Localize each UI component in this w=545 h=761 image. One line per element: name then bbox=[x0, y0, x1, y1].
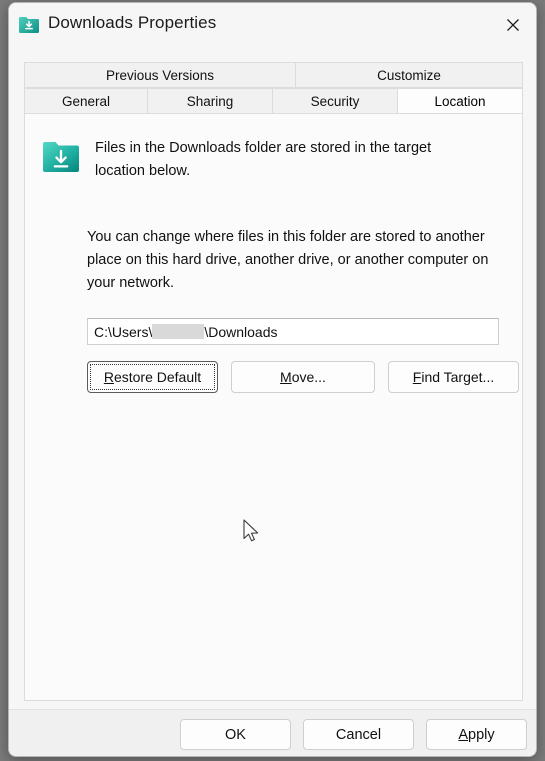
tab-label: Sharing bbox=[186, 93, 234, 109]
close-icon bbox=[507, 19, 519, 31]
find-target-button[interactable]: Find Target... bbox=[388, 361, 519, 393]
tab-security[interactable]: Security bbox=[273, 88, 398, 114]
downloads-folder-icon bbox=[18, 15, 40, 35]
path-prefix: C:\Users\ bbox=[94, 323, 153, 340]
tab-label: Location bbox=[434, 93, 486, 109]
move-button[interactable]: Move... bbox=[231, 361, 375, 393]
target-path-input[interactable]: C:\Users\ \Downloads bbox=[87, 318, 499, 345]
downloads-properties-dialog: Downloads Properties Previous Versions C… bbox=[8, 2, 537, 757]
tab-label: Previous Versions bbox=[105, 67, 215, 83]
button-label: OK bbox=[225, 726, 246, 743]
ok-button[interactable]: OK bbox=[180, 719, 291, 750]
tab-sharing[interactable]: Sharing bbox=[148, 88, 273, 114]
path-redaction-block bbox=[152, 324, 205, 339]
tab-strip: Previous Versions Customize General Shar… bbox=[24, 62, 523, 114]
accel-key: R bbox=[103, 369, 114, 385]
button-label: estore Default bbox=[113, 369, 202, 385]
accel-key: M bbox=[280, 369, 292, 385]
location-action-buttons: Restore Default Move... Find Target... bbox=[87, 361, 519, 393]
tab-label: Customize bbox=[377, 67, 441, 83]
title-bar: Downloads Properties bbox=[9, 3, 536, 49]
location-description: You can change where files in this folde… bbox=[87, 229, 489, 291]
tab-label: Security bbox=[310, 93, 360, 109]
restore-default-button[interactable]: Restore Default bbox=[87, 361, 218, 393]
tab-label: General bbox=[61, 93, 111, 109]
tab-general[interactable]: General bbox=[24, 88, 148, 114]
button-label: ove... bbox=[291, 369, 326, 385]
dialog-footer: OK Cancel Apply bbox=[9, 709, 536, 756]
cancel-button[interactable]: Cancel bbox=[303, 719, 414, 750]
window-title: Downloads Properties bbox=[48, 13, 217, 32]
button-label: ind Target... bbox=[421, 369, 495, 385]
accel-key: A bbox=[458, 726, 469, 743]
button-label: Cancel bbox=[335, 726, 382, 743]
tab-location[interactable]: Location bbox=[398, 88, 523, 114]
path-suffix: \Downloads bbox=[204, 323, 278, 340]
downloads-folder-icon bbox=[41, 139, 81, 175]
tab-row-2: General Sharing Security Location bbox=[24, 88, 523, 114]
screen: Downloads Properties Previous Versions C… bbox=[0, 0, 545, 761]
tab-previous-versions[interactable]: Previous Versions bbox=[24, 62, 296, 88]
location-tab-panel: Files in the Downloads folder are stored… bbox=[24, 113, 523, 701]
tab-customize[interactable]: Customize bbox=[296, 62, 523, 88]
close-button[interactable] bbox=[490, 3, 536, 47]
button-label: pply bbox=[468, 726, 495, 743]
folder-header: Files in the Downloads folder are stored… bbox=[41, 137, 501, 183]
apply-button[interactable]: Apply bbox=[426, 719, 527, 750]
folder-header-text: Files in the Downloads folder are stored… bbox=[95, 140, 432, 179]
tab-row-1: Previous Versions Customize bbox=[24, 62, 523, 88]
